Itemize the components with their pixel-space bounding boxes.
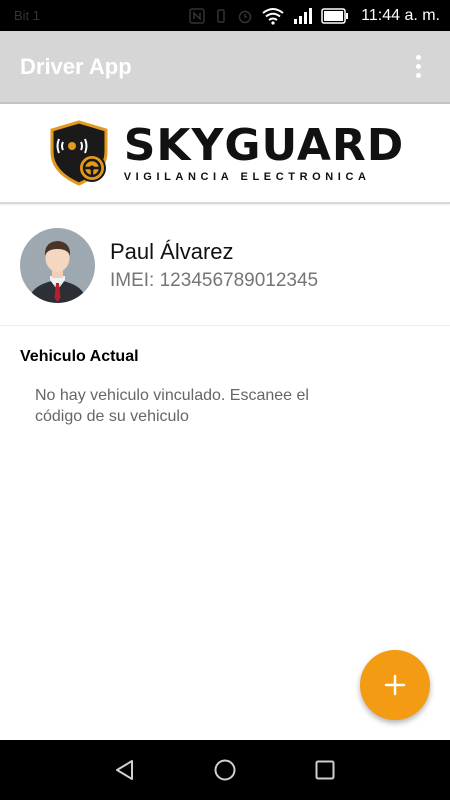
shield-steering-wheel-icon — [50, 120, 108, 186]
empty-vehicle-message: No hay vehiculo vinculado. Escanee el có… — [35, 387, 309, 425]
battery-icon — [321, 7, 349, 24]
back-button[interactable] — [105, 750, 145, 790]
brand-name: SKYGUARD — [123, 120, 405, 171]
wifi-icon — [261, 7, 285, 25]
status-left: Bit 1 — [14, 8, 40, 23]
driver-profile: Paul Álvarez IMEI: 123456789012345 — [0, 206, 450, 326]
plus-icon — [384, 674, 406, 696]
add-vehicle-fab[interactable] — [360, 650, 430, 720]
driver-name: Paul Álvarez — [110, 238, 234, 264]
avatar — [20, 228, 95, 303]
status-icons: 11:44 a. m. — [189, 7, 440, 25]
overflow-menu-icon — [415, 55, 421, 60]
brand-tagline: VIGILANCIA ELECTRONICA — [123, 171, 371, 183]
status-bar: Bit 1 11:44 a. m. — [0, 0, 450, 31]
carrier-label: Bit 1 — [14, 8, 41, 23]
alarm-icon — [237, 8, 253, 24]
driver-imei: IMEI: 123456789012345 — [110, 269, 319, 291]
recents-button[interactable] — [305, 750, 345, 790]
home-icon — [214, 759, 236, 781]
brand-banner: SKYGUARD VIGILANCIA ELECTRONICA — [0, 104, 450, 204]
vibrate-icon — [213, 8, 229, 24]
overflow-menu-button[interactable] — [406, 47, 430, 87]
section-title: Vehiculo Actual — [20, 348, 139, 365]
status-time: 11:44 a. m. — [361, 6, 440, 24]
back-icon — [116, 760, 133, 780]
recents-icon — [315, 760, 335, 780]
app-bar: Driver App — [0, 31, 450, 104]
home-button[interactable] — [205, 750, 245, 790]
brand-logo: SKYGUARD VIGILANCIA ELECTRONICA — [46, 120, 405, 186]
nfc-icon — [189, 7, 205, 24]
cell-signal-icon — [293, 7, 313, 24]
app-title: Driver App — [20, 53, 132, 79]
system-nav-bar — [0, 740, 450, 800]
current-vehicle-section: Vehiculo Actual No hay vehiculo vinculad… — [0, 340, 450, 427]
